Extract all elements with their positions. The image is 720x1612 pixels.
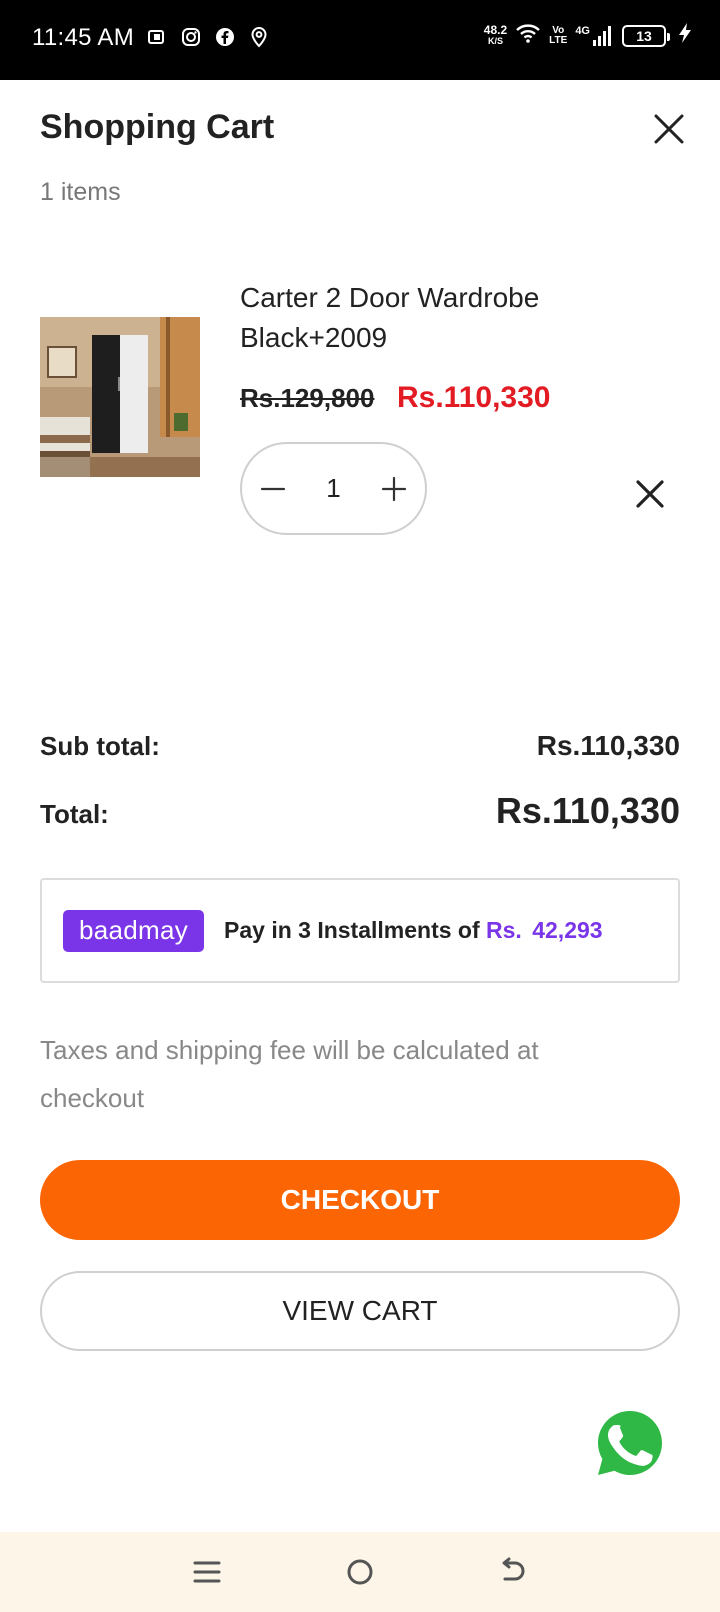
remove-item-button[interactable]	[634, 478, 666, 510]
subtotal-row: Sub total: Rs.110,330	[40, 730, 680, 762]
installment-text: Pay in 3 Installments of Rs. 42,293	[224, 917, 603, 943]
wifi-icon	[515, 22, 541, 49]
facebook-icon	[214, 26, 236, 48]
checkout-button[interactable]: CHECKOUT	[40, 1160, 680, 1240]
product-image[interactable]	[40, 317, 200, 477]
close-cart-button[interactable]	[652, 112, 686, 146]
status-bar: 11:45 AM 48.2 K/S Vo LTE 4G 13	[0, 0, 720, 80]
total-value: Rs.110,330	[495, 790, 680, 831]
page-title: Shopping Cart	[40, 108, 275, 146]
baadmay-logo: baadmay	[63, 909, 204, 952]
total-row: Total: Rs.110,330	[40, 790, 680, 832]
installment-banner[interactable]: baadmay Pay in 3 Installments of Rs. 42,…	[40, 878, 680, 983]
notification-icons	[146, 26, 270, 48]
subtotal-value: Rs.110,330	[536, 730, 680, 761]
decrease-quantity-button[interactable]	[256, 472, 290, 506]
volte-indicator: Vo LTE	[549, 24, 568, 46]
home-circle-icon	[347, 1559, 373, 1585]
back-button[interactable]	[493, 1552, 533, 1592]
quantity-stepper: 1	[240, 442, 427, 535]
item-count: 1 items	[40, 178, 121, 206]
signal-icon: 4G	[575, 25, 614, 47]
close-icon	[654, 114, 684, 144]
back-icon	[502, 1557, 525, 1581]
system-nav-bar	[0, 1532, 720, 1612]
increase-quantity-button[interactable]	[377, 472, 411, 506]
status-time: 11:45 AM	[32, 24, 135, 51]
recent-apps-button[interactable]	[187, 1552, 227, 1592]
battery-icon: 13	[622, 24, 670, 47]
installment-currency: Rs.	[486, 917, 522, 943]
tv-icon	[146, 26, 168, 48]
view-cart-button[interactable]: VIEW CART	[40, 1271, 680, 1351]
whatsapp-icon	[598, 1411, 662, 1475]
quantity-value[interactable]: 1	[326, 473, 340, 504]
sale-price: Rs.110,330	[397, 381, 551, 414]
installment-amount: 42,293	[532, 917, 603, 943]
close-icon	[636, 480, 664, 508]
total-label: Total:	[40, 799, 109, 829]
location-icon	[248, 26, 270, 48]
home-button[interactable]	[340, 1552, 380, 1592]
whatsapp-button[interactable]	[594, 1407, 666, 1479]
minus-icon	[260, 487, 286, 490]
plus-icon	[381, 476, 407, 501]
subtotal-label: Sub total:	[40, 731, 160, 761]
network-speed: 48.2 K/S	[483, 22, 508, 46]
menu-icon	[193, 1561, 221, 1583]
product-name[interactable]: Carter 2 Door Wardrobe Black+2009	[240, 278, 680, 358]
original-price: Rs.129,800	[240, 383, 375, 413]
system-status: 48.2 K/S Vo LTE 4G 13	[484, 22, 692, 49]
charging-icon	[678, 22, 692, 49]
tax-note: Taxes and shipping fee will be calculate…	[40, 1035, 539, 1113]
instagram-icon	[180, 26, 202, 48]
